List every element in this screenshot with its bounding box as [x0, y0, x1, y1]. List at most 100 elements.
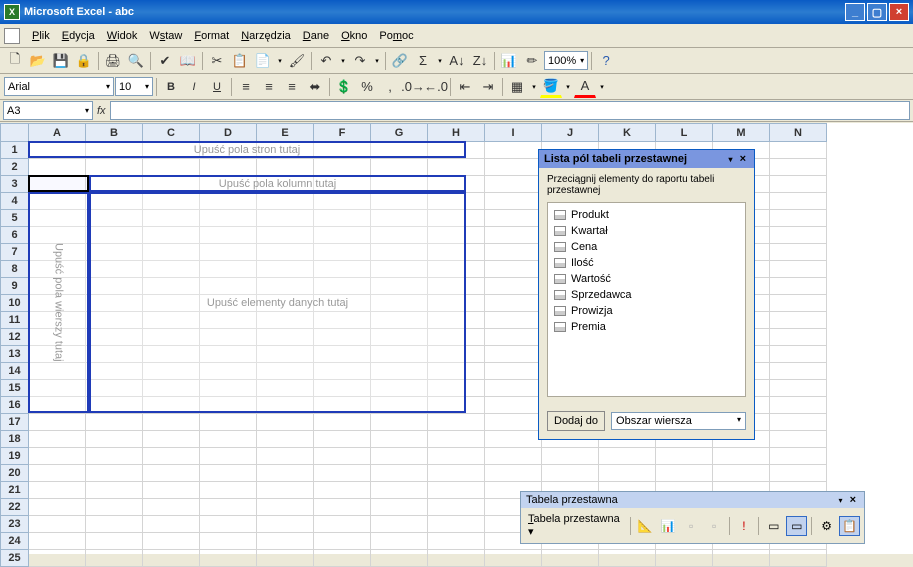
- cell-N3[interactable]: [770, 176, 827, 193]
- row-header-2[interactable]: 2: [1, 159, 29, 176]
- cell-A10[interactable]: [29, 295, 86, 312]
- cell-I8[interactable]: [485, 261, 542, 278]
- cell-G3[interactable]: [371, 176, 428, 193]
- cell-A15[interactable]: [29, 380, 86, 397]
- cell-H6[interactable]: [428, 227, 485, 244]
- col-header-H[interactable]: H: [428, 124, 485, 142]
- help-button[interactable]: ?: [595, 50, 617, 72]
- cell-F20[interactable]: [314, 465, 371, 482]
- cell-C13[interactable]: [143, 346, 200, 363]
- include-hidden-button[interactable]: ▭: [763, 516, 784, 536]
- sort-desc-button[interactable]: Z↓: [469, 50, 491, 72]
- cell-A24[interactable]: [29, 533, 86, 550]
- cell-E8[interactable]: [257, 261, 314, 278]
- cell-B8[interactable]: [86, 261, 143, 278]
- cell-B5[interactable]: [86, 210, 143, 227]
- autosum-button[interactable]: Σ: [412, 50, 434, 72]
- increase-decimal-button[interactable]: .0→: [402, 76, 424, 98]
- cell-H18[interactable]: [428, 431, 485, 448]
- cell-A5[interactable]: [29, 210, 86, 227]
- col-header-I[interactable]: I: [485, 124, 542, 142]
- menu-widok[interactable]: Widok: [101, 27, 144, 45]
- cell-K19[interactable]: [599, 448, 656, 465]
- cell-F6[interactable]: [314, 227, 371, 244]
- add-to-button[interactable]: Dodaj do: [547, 411, 605, 431]
- cell-B4[interactable]: [86, 193, 143, 210]
- underline-button[interactable]: U: [206, 76, 228, 98]
- cell-G24[interactable]: [371, 533, 428, 550]
- format-report-button[interactable]: 📐: [635, 516, 656, 536]
- align-right-button[interactable]: ≡: [281, 76, 303, 98]
- cell-N15[interactable]: [770, 380, 827, 397]
- select-all-corner[interactable]: [1, 124, 29, 142]
- cell-J25[interactable]: [542, 550, 599, 567]
- zoom-combo[interactable]: 100%▾: [544, 51, 588, 70]
- field-list-close-button[interactable]: ×: [737, 153, 749, 165]
- cell-N10[interactable]: [770, 295, 827, 312]
- cell-F8[interactable]: [314, 261, 371, 278]
- cell-D9[interactable]: [200, 278, 257, 295]
- cell-N6[interactable]: [770, 227, 827, 244]
- cell-B18[interactable]: [86, 431, 143, 448]
- cell-B9[interactable]: [86, 278, 143, 295]
- cell-C24[interactable]: [143, 533, 200, 550]
- cell-N2[interactable]: [770, 159, 827, 176]
- minimize-button[interactable]: _: [845, 3, 865, 21]
- cell-G7[interactable]: [371, 244, 428, 261]
- cell-E24[interactable]: [257, 533, 314, 550]
- cell-F2[interactable]: [314, 159, 371, 176]
- menu-plik[interactable]: Plik: [26, 27, 56, 45]
- area-combo[interactable]: Obszar wiersza▾: [611, 412, 746, 430]
- cell-G15[interactable]: [371, 380, 428, 397]
- cell-E19[interactable]: [257, 448, 314, 465]
- row-header-18[interactable]: 18: [1, 431, 29, 448]
- row-header-13[interactable]: 13: [1, 346, 29, 363]
- cell-G17[interactable]: [371, 414, 428, 431]
- cell-G5[interactable]: [371, 210, 428, 227]
- cell-H2[interactable]: [428, 159, 485, 176]
- cell-I15[interactable]: [485, 380, 542, 397]
- cell-D3[interactable]: [200, 176, 257, 193]
- row-header-21[interactable]: 21: [1, 482, 29, 499]
- chart-wizard-button[interactable]: 📊: [658, 516, 679, 536]
- cell-C25[interactable]: [143, 550, 200, 567]
- cell-D7[interactable]: [200, 244, 257, 261]
- cell-A18[interactable]: [29, 431, 86, 448]
- cell-F9[interactable]: [314, 278, 371, 295]
- cell-I12[interactable]: [485, 329, 542, 346]
- cell-I1[interactable]: [485, 142, 542, 159]
- cell-I2[interactable]: [485, 159, 542, 176]
- cell-N25[interactable]: [770, 550, 827, 567]
- row-header-12[interactable]: 12: [1, 329, 29, 346]
- cell-D19[interactable]: [200, 448, 257, 465]
- chart-button[interactable]: 📊: [498, 50, 520, 72]
- cell-H15[interactable]: [428, 380, 485, 397]
- cell-I9[interactable]: [485, 278, 542, 295]
- field-item-1[interactable]: Kwartał: [552, 223, 741, 239]
- cell-E9[interactable]: [257, 278, 314, 295]
- pivot-toolbar-options-dropdown[interactable]: ▾: [835, 496, 847, 505]
- cell-E25[interactable]: [257, 550, 314, 567]
- row-header-8[interactable]: 8: [1, 261, 29, 278]
- cell-I18[interactable]: [485, 431, 542, 448]
- cell-C5[interactable]: [143, 210, 200, 227]
- cell-H24[interactable]: [428, 533, 485, 550]
- undo-button[interactable]: ↶: [315, 50, 337, 72]
- cell-C6[interactable]: [143, 227, 200, 244]
- cell-G25[interactable]: [371, 550, 428, 567]
- cell-B7[interactable]: [86, 244, 143, 261]
- col-header-E[interactable]: E: [257, 124, 314, 142]
- cell-H3[interactable]: [428, 176, 485, 193]
- autosum-dropdown[interactable]: ▾: [435, 50, 445, 72]
- hyperlink-button[interactable]: 🔗: [389, 50, 411, 72]
- percent-button[interactable]: %: [356, 76, 378, 98]
- row-header-22[interactable]: 22: [1, 499, 29, 516]
- cell-G22[interactable]: [371, 499, 428, 516]
- cell-B22[interactable]: [86, 499, 143, 516]
- cell-B13[interactable]: [86, 346, 143, 363]
- cell-M20[interactable]: [713, 465, 770, 482]
- field-item-4[interactable]: Wartość: [552, 271, 741, 287]
- cell-C7[interactable]: [143, 244, 200, 261]
- cell-F14[interactable]: [314, 363, 371, 380]
- cell-B21[interactable]: [86, 482, 143, 499]
